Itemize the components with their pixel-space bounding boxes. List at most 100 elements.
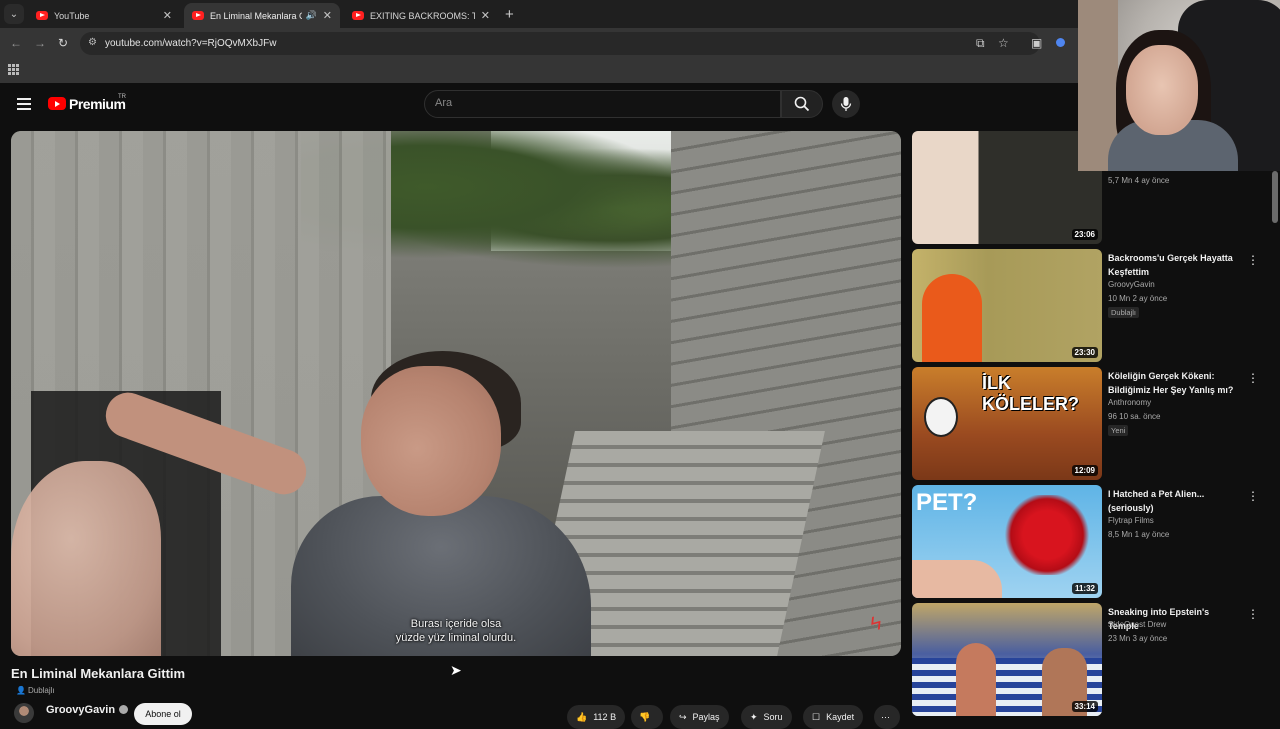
video-player[interactable]: Burası içeride olsa yüzde yüz liminal ol… bbox=[11, 131, 901, 656]
thumbs-down-icon: 👎 bbox=[639, 711, 651, 722]
more-vertical-icon[interactable]: ⋮ bbox=[1247, 253, 1259, 267]
forward-arrow-icon[interactable]: → bbox=[34, 36, 46, 50]
recommendation-channel[interactable]: Flytrap Films bbox=[1108, 516, 1154, 525]
save-button[interactable]: ☐ Kaydet bbox=[803, 705, 864, 729]
recommendation-thumbnail[interactable]: 33:14 bbox=[912, 603, 1102, 716]
like-count: 112 B bbox=[593, 712, 617, 722]
dislike-button[interactable]: 👎 bbox=[631, 705, 663, 729]
channel-name[interactable]: GroovyGavin bbox=[46, 704, 129, 716]
recommendation-title[interactable]: Köleliğin Gerçek Kökeni: Bildiğimiz Her … bbox=[1108, 369, 1238, 397]
thumbnail-character bbox=[924, 397, 958, 437]
ask-label: Soru bbox=[763, 712, 783, 722]
recommendation-thumbnail[interactable]: İLK KÖLELER? 12:09 bbox=[912, 367, 1102, 480]
bookmark-star-icon[interactable]: ☆ bbox=[998, 36, 1009, 50]
new-tab-icon[interactable]: + bbox=[505, 6, 514, 23]
region-code: TR bbox=[118, 94, 126, 100]
site-info-icon[interactable]: ⚙ bbox=[88, 37, 97, 48]
reload-icon[interactable]: ↻ bbox=[58, 36, 68, 50]
duration-badge: 23:06 bbox=[1071, 229, 1098, 240]
sparkle-icon: ✦ bbox=[750, 711, 758, 722]
extensions-icon[interactable]: ▣ bbox=[1031, 36, 1042, 50]
caption-line: yüzde yüz liminal olurdu. bbox=[395, 632, 517, 644]
subscribe-button[interactable]: Abone ol bbox=[134, 703, 192, 725]
youtube-premium-logo[interactable]: Premium bbox=[69, 96, 126, 112]
more-actions-button[interactable]: ⋯ bbox=[874, 705, 900, 729]
video-title: En Liminal Mekanlara Gittim bbox=[11, 666, 186, 681]
thumbnail-alien bbox=[1002, 495, 1092, 575]
recommendation-thumbnail[interactable]: 23:30 bbox=[912, 249, 1102, 362]
video-captions: Burası içeride olsa yüzde yüz liminal ol… bbox=[11, 617, 901, 645]
search-icon bbox=[794, 96, 810, 112]
verified-icon bbox=[119, 705, 129, 714]
menu-icon[interactable] bbox=[17, 98, 31, 110]
tab-youtube[interactable]: YouTube ✕ bbox=[28, 3, 180, 28]
tab-close-icon[interactable]: ✕ bbox=[163, 9, 172, 22]
speaker-icon[interactable]: 🔊 bbox=[306, 10, 317, 21]
youtube-logo-icon[interactable] bbox=[48, 97, 66, 110]
recommendation-item[interactable]: PET? 11:32 I Hatched a Pet Alien... (ser… bbox=[912, 485, 1272, 598]
more-horizontal-icon: ⋯ bbox=[881, 711, 890, 722]
duration-badge: 33:14 bbox=[1071, 701, 1098, 712]
share-label: Paylaş bbox=[692, 712, 720, 722]
recommendation-meta: 5,7 Mn 4 ay önce bbox=[1108, 176, 1170, 185]
tab-search-button[interactable]: ⌄ bbox=[4, 4, 24, 24]
install-app-icon[interactable]: ⧉ bbox=[976, 36, 985, 51]
recommendation-meta: 96 10 sa. önce bbox=[1108, 412, 1161, 421]
channel-avatar[interactable] bbox=[14, 703, 34, 723]
more-vertical-icon[interactable]: ⋮ bbox=[1247, 607, 1259, 621]
webcam-overlay bbox=[1078, 0, 1280, 171]
recommendation-meta: 23 Mn 3 ay önce bbox=[1108, 634, 1168, 643]
thumbnail-text: PET? bbox=[916, 489, 978, 516]
profile-icon[interactable] bbox=[1056, 38, 1065, 47]
youtube-favicon-icon bbox=[192, 11, 204, 20]
search-input[interactable] bbox=[435, 97, 765, 109]
tab-exiting-backrooms[interactable]: EXITING BACKROOMS: THE EN ✕ bbox=[344, 3, 498, 28]
more-vertical-icon[interactable]: ⋮ bbox=[1247, 489, 1259, 503]
url-text: youtube.com/watch?v=RjOQvMXbJFw bbox=[105, 38, 277, 49]
dubbed-icon: 👤 bbox=[16, 685, 26, 695]
recommendation-thumbnail[interactable]: 23:06 bbox=[912, 131, 1102, 244]
duration-badge: 23:30 bbox=[1071, 347, 1098, 358]
tab-label: EXITING BACKROOMS: THE EN bbox=[370, 10, 475, 21]
dubbed-label: Dublajlı bbox=[27, 685, 55, 695]
search-box[interactable] bbox=[424, 90, 781, 118]
recommendation-channel[interactable]: SideQuest Drew bbox=[1108, 620, 1166, 629]
tab-label: En Liminal Mekanlara Gittim bbox=[210, 10, 302, 21]
recommendation-meta: 10 Mn 2 ay önce bbox=[1108, 294, 1168, 303]
recommendation-item[interactable]: 23:30 Backrooms'u Gerçek Hayatta Keşfett… bbox=[912, 249, 1272, 362]
tab-current-video[interactable]: En Liminal Mekanlara Gittim 🔊 ✕ bbox=[184, 3, 340, 28]
ask-button[interactable]: ✦ Soru bbox=[741, 705, 792, 729]
caption-line: Burası içeride olsa bbox=[410, 618, 502, 630]
youtube-favicon-icon bbox=[352, 11, 364, 20]
recommendation-item[interactable]: İLK KÖLELER? 12:09 Köleliğin Gerçek Köke… bbox=[912, 367, 1272, 480]
search-button[interactable] bbox=[781, 90, 823, 118]
recommendation-item[interactable]: 33:14 Sneaking into Epstein's Temple Sid… bbox=[912, 603, 1272, 716]
recommendation-channel[interactable]: GroovyGavin bbox=[1108, 280, 1155, 289]
recommendation-channel[interactable]: Anthronomy bbox=[1108, 398, 1151, 407]
share-button[interactable]: ↪ Paylaş bbox=[670, 705, 729, 729]
voice-search-button[interactable] bbox=[832, 90, 860, 118]
save-label: Kaydet bbox=[826, 712, 855, 722]
new-badge: Yeni bbox=[1108, 425, 1129, 436]
recommendation-thumbnail[interactable]: PET? 11:32 bbox=[912, 485, 1102, 598]
tab-label: YouTube bbox=[54, 10, 90, 21]
like-button[interactable]: 👍 112 B bbox=[567, 705, 626, 729]
recommendation-title[interactable]: Backrooms'u Gerçek Hayatta Keşfettim bbox=[1108, 251, 1238, 279]
microphone-icon bbox=[840, 97, 852, 111]
thumbnail-finger bbox=[912, 560, 1002, 598]
channel-name-text: GroovyGavin bbox=[46, 704, 116, 716]
thumbnail-text: İLK KÖLELER? bbox=[982, 373, 1079, 414]
mouse-cursor-icon: ➤ bbox=[450, 662, 462, 678]
tab-close-icon[interactable]: ✕ bbox=[323, 9, 332, 22]
back-arrow-icon[interactable]: ← bbox=[10, 36, 22, 50]
share-icon: ↪ bbox=[679, 711, 687, 722]
sidebar-scrollbar[interactable] bbox=[1272, 171, 1278, 223]
more-vertical-icon[interactable]: ⋮ bbox=[1247, 371, 1259, 385]
save-icon: ☐ bbox=[812, 711, 821, 722]
recommendation-title[interactable]: I Hatched a Pet Alien... (seriously) bbox=[1108, 487, 1238, 515]
apps-grid-icon[interactable] bbox=[8, 64, 19, 75]
url-field[interactable]: ⚙ youtube.com/watch?v=RjOQvMXbJFw ⧉ ☆ bbox=[80, 32, 1040, 55]
thumbs-up-icon: 👍 bbox=[576, 711, 588, 722]
tab-close-icon[interactable]: ✕ bbox=[481, 9, 490, 22]
duration-badge: 11:32 bbox=[1071, 583, 1098, 594]
